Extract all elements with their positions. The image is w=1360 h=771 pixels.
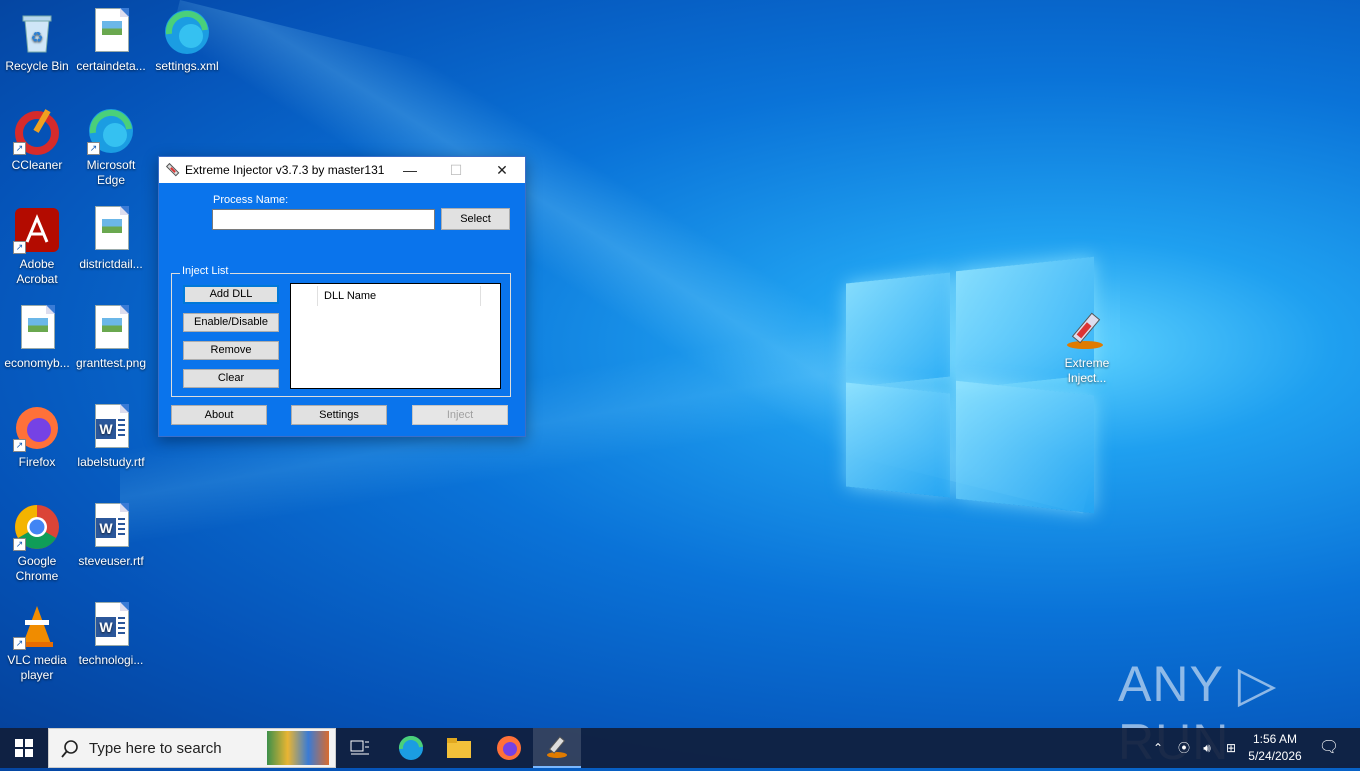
desktop-icon-label: Microsoft Edge (86, 158, 136, 187)
desktop-icon-label: Adobe Acrobat (16, 257, 58, 286)
process-name-input[interactable] (212, 209, 435, 230)
extreme-injector-window: Extreme Injector v3.7.3 by master131 — ☐… (158, 156, 526, 437)
svg-text:♻: ♻ (31, 29, 44, 45)
task-view-icon (350, 740, 369, 755)
desktop-icon-label: CCleaner (11, 158, 63, 172)
taskbar-extreme-injector[interactable] (533, 728, 581, 768)
notification-icon: 🗨︎ (1318, 739, 1340, 756)
taskbar-file-explorer[interactable] (435, 728, 483, 768)
close-button[interactable]: ✕ (479, 157, 525, 183)
desktop-icon-label: technologi... (78, 653, 144, 667)
clear-button[interactable]: Clear (183, 369, 279, 388)
select-button[interactable]: Select (441, 208, 510, 230)
clock-time: 1:56 AM (1252, 732, 1298, 746)
desktop-icon-ccleaner[interactable]: ↗ CCleaner (0, 107, 74, 173)
settings-button[interactable]: Settings (291, 405, 387, 425)
edge-icon (398, 736, 423, 760)
window-titlebar[interactable]: Extreme Injector v3.7.3 by master131 — ☐… (159, 157, 525, 183)
dll-name-column-header[interactable]: DLL Name (317, 286, 481, 306)
firefox-icon: ↗ (13, 404, 61, 452)
start-button[interactable] (0, 728, 48, 768)
desktop-icon-label: certaindeta... (76, 59, 146, 73)
firefox-icon (497, 736, 521, 760)
desktop-icon-label: Recycle Bin (5, 59, 69, 73)
desktop-icon-recycle-bin[interactable]: ♻ Recycle Bin (0, 8, 74, 74)
network-icon[interactable]: ⊞ (1220, 728, 1242, 768)
edge-icon: ↗ (87, 107, 135, 155)
about-button[interactable]: About (171, 405, 267, 425)
volume-icon[interactable]: 🔊︎ (1196, 728, 1218, 768)
image-file-icon (87, 305, 135, 353)
chrome-icon: ↗ (13, 503, 61, 551)
clock-date: 5/24/2026 (1248, 749, 1302, 763)
desktop-icon-granttest[interactable]: granttest.png (74, 305, 148, 371)
notification-center-button[interactable]: 🗨︎ (1314, 728, 1344, 768)
desktop-icon-settings-xml[interactable]: settings.xml (150, 8, 224, 74)
search-icon (61, 740, 78, 758)
vlc-icon: ↗ (13, 602, 61, 650)
inject-list-label: Inject List (180, 265, 231, 277)
desktop-icon-label: steveuser.rtf (78, 554, 144, 568)
folder-icon (447, 738, 471, 758)
desktop-icon-label: Extreme Inject... (1064, 356, 1110, 385)
desktop-icon-label: labelstudy.rtf (77, 455, 145, 469)
taskbar-firefox[interactable] (485, 728, 533, 768)
remove-button[interactable]: Remove (183, 341, 279, 360)
clock[interactable]: 1:56 AM 5/24/2026 (1244, 728, 1306, 768)
desktop-icon-districtdail[interactable]: districtdail... (74, 206, 148, 272)
image-file-icon (13, 305, 61, 353)
maximize-button[interactable]: ☐ (433, 157, 479, 183)
desktop-icon-vlc[interactable]: ↗ VLC media player (0, 602, 74, 683)
add-dll-button[interactable]: Add DLL (183, 285, 279, 304)
syringe-icon (1063, 305, 1111, 353)
ccleaner-icon: ↗ (13, 107, 61, 155)
recycle-bin-icon: ♻ (13, 8, 61, 56)
desktop-icon-label: settings.xml (155, 59, 219, 73)
process-name-label: Process Name: (213, 194, 289, 206)
taskbar-search-box[interactable]: Type here to search (48, 728, 336, 768)
desktop-icon-label: granttest.png (75, 356, 147, 370)
desktop-icon-extreme-injector[interactable]: Extreme Inject... (1050, 305, 1124, 386)
taskbar-edge[interactable] (387, 728, 435, 768)
desktop-icon-label: Google Chrome (15, 554, 59, 583)
word-document-icon: W (87, 404, 135, 452)
desktop-icon-labelstudy[interactable]: W labelstudy.rtf (74, 404, 148, 470)
desktop-icon-microsoft-edge[interactable]: ↗ Microsoft Edge (74, 107, 148, 188)
desktop-icon-label: VLC media player (7, 653, 67, 682)
meet-now-icon[interactable]: ⦿ (1174, 728, 1194, 768)
enable-disable-button[interactable]: Enable/Disable (183, 313, 279, 332)
desktop-icon-label: districtdail... (79, 257, 143, 271)
inject-button[interactable]: Inject (412, 405, 508, 425)
desktop-icon-adobe-acrobat[interactable]: ↗ Adobe Acrobat (0, 206, 74, 287)
word-document-icon: W (87, 503, 135, 551)
search-highlight-image (267, 731, 329, 765)
acrobat-icon: ↗ (13, 206, 61, 254)
desktop-icon-certaindeta[interactable]: certaindeta... (74, 8, 148, 74)
show-hidden-icons-button[interactable]: ⌃ (1148, 728, 1168, 768)
desktop-icon-label: Firefox (18, 455, 56, 469)
edge-icon (163, 8, 211, 56)
desktop-icon-label: economyb... (4, 356, 70, 370)
task-view-button[interactable] (336, 728, 384, 768)
desktop-icon-steveuser[interactable]: W steveuser.rtf (74, 503, 148, 569)
word-document-icon: W (87, 602, 135, 650)
taskbar: Type here to search ⌃ ⦿ 🔊︎ ⊞ 1:56 AM 5/2… (0, 728, 1360, 768)
image-file-icon (87, 8, 135, 56)
image-file-icon (87, 206, 135, 254)
desktop-icon-economyb[interactable]: economyb... (0, 305, 74, 371)
desktop-icon-technologi[interactable]: W technologi... (74, 602, 148, 668)
desktop-icon-google-chrome[interactable]: ↗ Google Chrome (0, 503, 74, 584)
chevron-up-icon: ⌃ (1152, 741, 1164, 755)
minimize-button[interactable]: — (387, 157, 433, 183)
syringe-icon (165, 162, 180, 177)
search-placeholder: Type here to search (89, 740, 222, 757)
dll-list[interactable]: DLL Name (290, 283, 501, 389)
syringe-icon (547, 736, 567, 758)
window-title: Extreme Injector v3.7.3 by master131 (185, 163, 385, 177)
windows-start-icon (15, 739, 33, 757)
window-client-area: Process Name: Select Inject List Add DLL… (159, 183, 525, 436)
desktop-icon-firefox[interactable]: ↗ Firefox (0, 404, 74, 470)
